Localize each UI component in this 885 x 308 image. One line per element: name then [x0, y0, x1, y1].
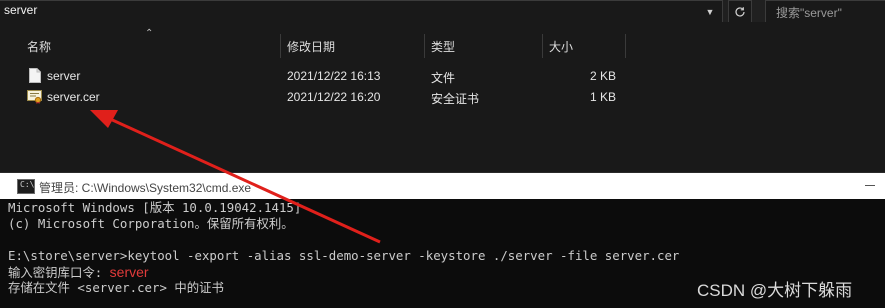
console-password-prompt: 输入密钥库口令: server	[8, 264, 149, 281]
cmd-window-title: 管理员: C:\Windows\System32\cmd.exe	[39, 181, 252, 195]
file-icon	[29, 68, 41, 83]
search-placeholder: 搜索"server"	[776, 6, 842, 20]
column-divider[interactable]	[280, 34, 281, 58]
refresh-icon	[735, 6, 745, 17]
console-line: (c) Microsoft Corporation。保留所有权利。	[8, 216, 294, 231]
file-type: 安全证书	[431, 92, 480, 106]
sort-ascending-icon: ⌃	[145, 28, 154, 39]
minimize-button[interactable]	[865, 185, 875, 186]
console-command-line: E:\store\server>keytool -export -alias s…	[8, 248, 680, 263]
file-size: 1 KB	[590, 90, 617, 104]
address-text: server	[4, 3, 38, 17]
file-list: ⌃ 名称 修改日期 类型 大小 server 2021/12/22 16:13 …	[0, 22, 885, 172]
column-header-modified[interactable]: 修改日期	[287, 38, 335, 55]
cmd-title-bar[interactable]: C:\ 管理员: C:\Windows\System32\cmd.exe	[0, 173, 885, 199]
file-size: 2 KB	[590, 69, 617, 83]
file-modified: 2021/12/22 16:13	[287, 69, 381, 83]
column-header-type[interactable]: 类型	[431, 38, 455, 55]
chevron-down-icon[interactable]: ▼	[703, 5, 717, 19]
file-name: server	[47, 69, 81, 83]
address-bar[interactable]: server ▼	[0, 0, 723, 23]
password-prompt-label: 输入密钥库口令:	[8, 265, 103, 280]
cmd-icon: C:\	[17, 179, 35, 194]
file-row[interactable]: server.cer 2021/12/22 16:20 安全证书 1 KB	[0, 87, 885, 107]
refresh-button[interactable]	[728, 0, 752, 23]
file-modified: 2021/12/22 16:20	[287, 90, 381, 104]
console-result-line: 存储在文件 <server.cer> 中的证书	[8, 280, 224, 295]
search-input[interactable]: 搜索"server"	[765, 0, 885, 23]
column-header-size[interactable]: 大小	[549, 38, 573, 55]
watermark: CSDN @大树下躲雨	[697, 281, 853, 300]
column-header-name[interactable]: 名称	[27, 38, 51, 55]
file-row[interactable]: server 2021/12/22 16:13 文件 2 KB	[0, 66, 885, 86]
console-line: Microsoft Windows [版本 10.0.19042.1415]	[8, 200, 302, 215]
column-divider[interactable]	[542, 34, 543, 58]
column-divider[interactable]	[424, 34, 425, 58]
file-name: server.cer	[47, 90, 100, 104]
explorer-toolbar: server ▼ 搜索"server"	[0, 0, 885, 23]
column-divider[interactable]	[625, 34, 626, 58]
certificate-icon	[27, 90, 42, 104]
password-annotation: server	[109, 264, 149, 280]
file-type: 文件	[431, 71, 456, 85]
